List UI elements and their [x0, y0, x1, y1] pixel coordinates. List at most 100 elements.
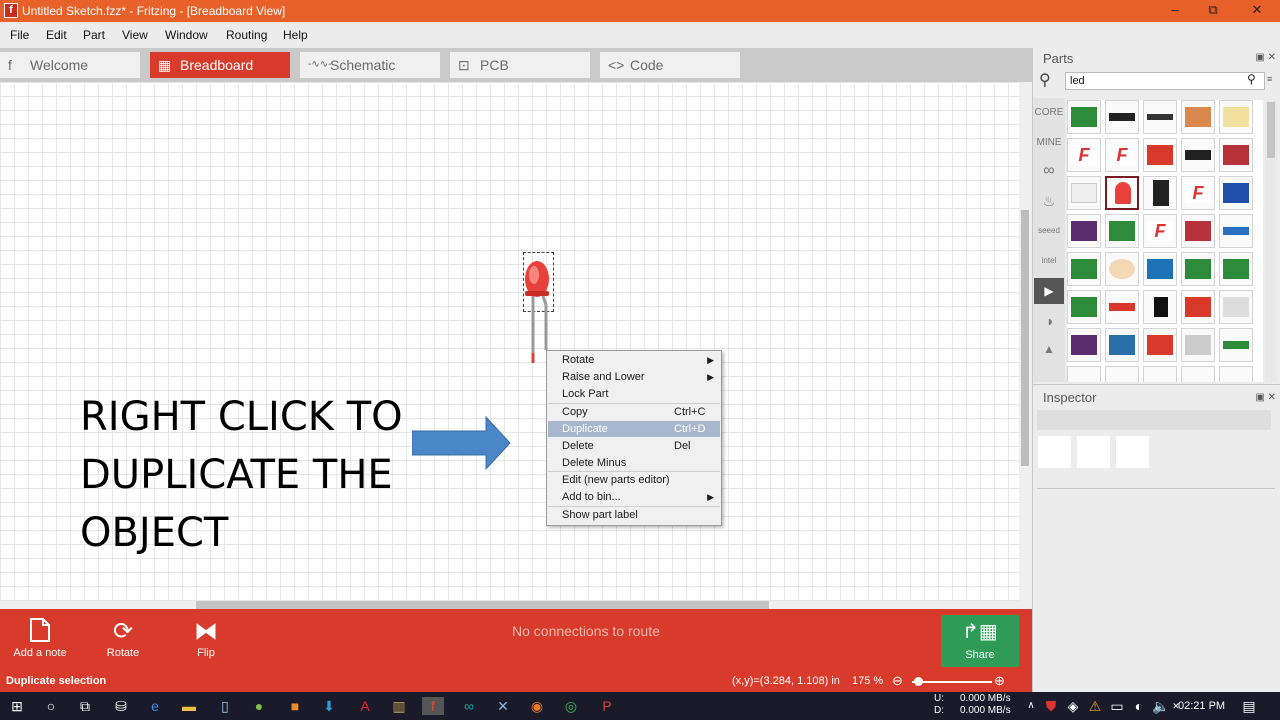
part-thumbnail[interactable] — [1219, 214, 1253, 248]
fritzing-taskbar-icon[interactable]: f — [422, 697, 444, 715]
menu-item-delete-minus[interactable]: Delete Minus — [548, 455, 720, 471]
part-thumbnail[interactable] — [1219, 138, 1253, 172]
bin-core[interactable]: CORE — [1034, 100, 1064, 126]
notepad-icon[interactable]: ▯ — [216, 697, 234, 715]
zoom-slider[interactable] — [912, 681, 992, 683]
part-thumbnail-selected[interactable] — [1105, 176, 1139, 210]
panel-menu-icon[interactable]: ≡ — [1267, 74, 1272, 84]
menu-item-raise-and-lower[interactable]: Raise and Lower ▶ — [548, 369, 720, 385]
part-thumbnail[interactable] — [1219, 252, 1253, 286]
windows-start-icon[interactable]: ⊞ — [8, 697, 26, 715]
canvas-horizontal-scrollbar[interactable] — [0, 601, 1019, 609]
menu-item-show-part-label[interactable]: Show part label — [548, 507, 720, 523]
red-led-part[interactable] — [520, 255, 560, 365]
archive-icon[interactable]: ▥ — [390, 697, 408, 715]
part-thumbnail[interactable] — [1219, 176, 1253, 210]
part-thumbnail[interactable]: F — [1143, 214, 1177, 248]
rotate-button[interactable]: ⟳ Rotate — [100, 617, 146, 659]
scrollbar-thumb[interactable] — [196, 601, 769, 609]
part-thumbnail[interactable] — [1219, 366, 1253, 382]
tab-code[interactable]: <> Code — [600, 52, 740, 78]
play-bin-icon[interactable]: ▶ — [1034, 278, 1064, 304]
part-thumbnail[interactable] — [1181, 138, 1215, 172]
part-thumbnail[interactable] — [1143, 100, 1177, 134]
part-thumbnail[interactable] — [1143, 290, 1177, 324]
zoom-in-icon[interactable]: ⊕ — [994, 673, 1005, 689]
close-button[interactable]: ✕ — [1234, 2, 1280, 18]
sparkfun-bin-icon[interactable]: ♨ — [1034, 188, 1064, 214]
part-thumbnail[interactable] — [1105, 214, 1139, 248]
menu-item-rotate[interactable]: Rotate ▶ — [548, 352, 720, 368]
seeed-bin-icon[interactable]: seeed — [1034, 218, 1064, 244]
breadboard-canvas[interactable]: RIGHT CLICK TO DUPLICATE THE OBJECT frit… — [0, 82, 1019, 601]
part-thumbnail[interactable] — [1067, 176, 1101, 210]
tray-battery-icon[interactable]: ▭ — [1108, 697, 1126, 715]
search-icon[interactable]: ○ — [42, 697, 60, 715]
more-bins-icon[interactable]: ▲ — [1034, 336, 1064, 362]
tray-warning-icon[interactable]: ⚠ — [1086, 697, 1104, 715]
parts-search-input[interactable]: led — [1065, 72, 1265, 90]
part-thumbnail[interactable] — [1067, 290, 1101, 324]
parts-scrollbar[interactable] — [1265, 100, 1277, 382]
menu-view[interactable]: View — [122, 28, 148, 42]
menu-file[interactable]: File — [10, 28, 29, 42]
part-thumbnail[interactable] — [1143, 366, 1177, 382]
search-submit-icon[interactable]: ⚲ — [1247, 72, 1256, 86]
powerpoint-icon[interactable]: P — [598, 697, 616, 715]
part-thumbnail[interactable]: F — [1067, 138, 1101, 172]
chrome-icon[interactable]: ◎ — [562, 697, 580, 715]
menu-item-edit-parts-editor[interactable]: Edit (new parts editor) — [548, 472, 720, 488]
part-thumbnail[interactable] — [1143, 252, 1177, 286]
canvas-vertical-scrollbar[interactable] — [1019, 82, 1032, 609]
part-thumbnail[interactable] — [1219, 290, 1253, 324]
acrobat-icon[interactable]: A — [356, 697, 374, 715]
file-explorer-icon[interactable]: ▬ — [180, 697, 198, 715]
menu-part[interactable]: Part — [83, 28, 105, 42]
flip-button[interactable]: ⧓ Flip — [186, 617, 226, 659]
menu-item-delete[interactable]: Delete Del — [548, 438, 720, 454]
part-thumbnail[interactable] — [1143, 138, 1177, 172]
part-thumbnail[interactable] — [1143, 328, 1177, 362]
part-thumbnail[interactable] — [1143, 176, 1177, 210]
part-thumbnail[interactable] — [1219, 100, 1253, 134]
part-thumbnail[interactable] — [1067, 252, 1101, 286]
menu-item-duplicate[interactable]: Duplicate Ctrl+D — [548, 421, 720, 437]
bin-mine[interactable]: MINE — [1034, 130, 1064, 156]
part-thumbnail[interactable]: F — [1105, 138, 1139, 172]
action-center-icon[interactable]: ▤ — [1240, 697, 1258, 715]
task-view-icon[interactable]: ⧉ — [76, 697, 94, 715]
add-note-button[interactable]: Add a note — [10, 617, 70, 659]
part-thumbnail[interactable] — [1181, 328, 1215, 362]
part-thumbnail[interactable] — [1181, 214, 1215, 248]
menu-item-lock-part[interactable]: Lock Part — [548, 386, 720, 402]
part-thumbnail[interactable] — [1181, 366, 1215, 382]
tab-pcb[interactable]: ⊡ PCB — [450, 52, 590, 78]
part-thumbnail[interactable] — [1067, 214, 1101, 248]
tray-shield-icon[interactable]: ⛊ — [1042, 697, 1060, 715]
app-x-icon[interactable]: ✕ — [494, 697, 512, 715]
part-thumbnail[interactable] — [1067, 366, 1101, 382]
share-button[interactable]: ↱▦ Share — [941, 615, 1019, 667]
menu-item-add-to-bin[interactable]: Add to bin... ▶ — [548, 489, 720, 505]
menu-item-copy[interactable]: Copy Ctrl+C — [548, 404, 720, 420]
arduino-bin-icon[interactable]: ∞ — [1034, 158, 1064, 184]
arduino-taskbar-icon[interactable]: ∞ — [460, 697, 478, 715]
zoom-slider-handle[interactable] — [914, 677, 923, 686]
scrollbar-thumb[interactable] — [1021, 210, 1029, 466]
part-thumbnail[interactable] — [1181, 100, 1215, 134]
part-thumbnail[interactable] — [1105, 290, 1139, 324]
store-icon[interactable]: ⛁ — [112, 697, 130, 715]
panel-float-close-icons[interactable]: ▣ ✕ — [1255, 52, 1276, 63]
tab-welcome[interactable]: f Welcome — [0, 52, 140, 78]
part-thumbnail[interactable] — [1105, 252, 1139, 286]
tab-schematic[interactable]: -∿∿- Schematic — [300, 52, 440, 78]
restore-button[interactable]: ⧉ — [1190, 2, 1236, 18]
menu-edit[interactable]: Edit — [46, 28, 67, 42]
panel-float-close-icons[interactable]: ▣ ✕ — [1255, 392, 1276, 403]
part-thumbnail[interactable] — [1105, 328, 1139, 362]
part-thumbnail[interactable] — [1219, 328, 1253, 362]
edge-browser-icon[interactable]: e — [146, 697, 164, 715]
volume-icon[interactable]: 🔈 — [1152, 697, 1170, 715]
tray-network-icon[interactable]: ◐ — [1130, 697, 1148, 715]
part-thumbnail[interactable] — [1067, 100, 1101, 134]
